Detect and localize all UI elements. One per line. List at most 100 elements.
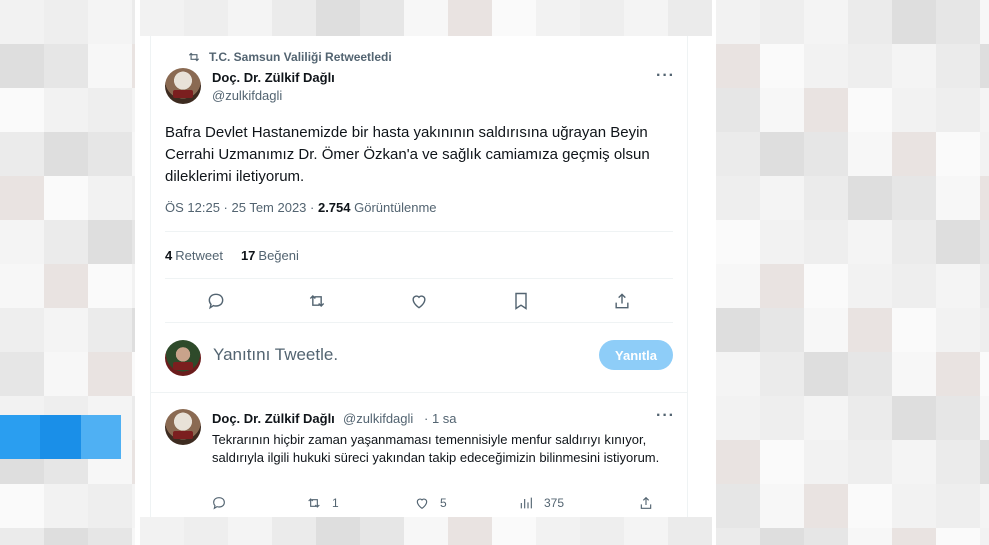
bookmark-icon[interactable] [511, 291, 531, 311]
blur-tile [848, 352, 892, 396]
blur-tile [892, 132, 936, 176]
reply-author-handle[interactable]: @zulkifdagli [343, 411, 413, 426]
blur-tile [624, 517, 668, 545]
blur-tile [0, 220, 44, 264]
retweet-banner: T.C. Samsun Valiliği Retweetledi [187, 50, 392, 64]
reply-like-count: 5 [440, 496, 447, 510]
blur-tile [760, 176, 804, 220]
blur-tile [404, 0, 448, 36]
blur-tile [760, 220, 804, 264]
tweet-actions [165, 290, 673, 312]
blur-tile [804, 440, 848, 484]
blur-tile [760, 484, 804, 528]
blur-tile [624, 0, 668, 36]
reply-input[interactable]: Yanıtını Tweetle. [213, 345, 338, 365]
blur-tile [272, 0, 316, 36]
blur-tile [44, 0, 88, 44]
blur-tile [980, 176, 989, 220]
blur-tile [448, 0, 492, 36]
blur-tile [936, 484, 980, 528]
blur-tile [316, 0, 360, 36]
current-user-avatar[interactable] [165, 340, 201, 376]
blur-tile [936, 132, 980, 176]
blur-tile [936, 352, 980, 396]
tweet-stats: 4 Retweet 17 Beğeni [165, 248, 299, 263]
blur-tile [0, 264, 44, 308]
blur-tile [0, 176, 44, 220]
blur-tile [44, 220, 88, 264]
blur-tile [536, 517, 580, 545]
blur-tile [88, 528, 132, 545]
tweet-time[interactable]: ÖS 12:25 · 25 Tem 2023 · [165, 200, 318, 215]
blur-tile [0, 528, 44, 545]
blur-tile [88, 264, 132, 308]
blur-tile [360, 0, 404, 36]
blur-tile [936, 44, 980, 88]
more-icon[interactable]: ··· [656, 407, 675, 425]
reply-views-count: 375 [544, 496, 565, 510]
reply-tweet[interactable]: Doç. Dr. Zülkif Dağlı @zulkifdagli · 1 s… [151, 392, 687, 518]
blur-tile [492, 517, 536, 545]
blur-tile [140, 0, 184, 36]
blur-tile [88, 88, 132, 132]
retweet-action[interactable]: 1 [306, 495, 414, 511]
like-stat[interactable]: 17 Beğeni [241, 248, 299, 263]
blur-tile [760, 396, 804, 440]
tweet-detail-card: T.C. Samsun Valiliği Retweetledi Doç. Dr… [150, 36, 688, 517]
reply-actions: 1 5 375 [211, 495, 667, 511]
blur-tile [760, 440, 804, 484]
reply-retweet-count: 1 [332, 496, 339, 510]
blur-tile [804, 308, 848, 352]
blur-tile [88, 308, 132, 352]
blur-tile [88, 220, 132, 264]
blur-tile [760, 264, 804, 308]
blur-tile [848, 264, 892, 308]
blur-tile [760, 88, 804, 132]
blur-tile [44, 132, 88, 176]
views-action[interactable]: 375 [518, 495, 638, 511]
retweet-icon[interactable] [307, 291, 327, 311]
blur-tile [716, 352, 760, 396]
blur-tile [892, 264, 936, 308]
author-avatar[interactable] [165, 68, 201, 104]
like-icon[interactable] [409, 291, 429, 311]
reply-author-avatar[interactable] [165, 409, 201, 445]
blur-tile [980, 132, 989, 176]
blur-tile [892, 308, 936, 352]
blur-tile [44, 88, 88, 132]
author-handle[interactable]: @zulkifdagli [212, 88, 282, 103]
like-action[interactable]: 5 [414, 495, 518, 511]
blur-tile [716, 396, 760, 440]
blur-tile [892, 176, 936, 220]
reply-action[interactable] [211, 495, 306, 511]
blur-tile [936, 264, 980, 308]
reply-icon[interactable] [206, 291, 226, 311]
reply-button[interactable]: Yanıtla [599, 340, 673, 370]
blur-tile [272, 517, 316, 545]
blur-tile [132, 352, 135, 396]
share-icon[interactable] [612, 291, 632, 311]
views-label: Görüntülenme [350, 200, 437, 215]
author-name[interactable]: Doç. Dr. Zülkif Dağlı [212, 70, 335, 85]
blurred-blue-block [0, 415, 121, 459]
blur-tile [0, 352, 44, 396]
blur-tile [88, 352, 132, 396]
retweet-stat[interactable]: 4 Retweet [165, 248, 223, 263]
blur-tile [580, 517, 624, 545]
blur-tile [892, 44, 936, 88]
reply-time[interactable]: · 1 sa [424, 411, 457, 426]
more-icon[interactable]: ··· [656, 67, 675, 85]
blur-tile [892, 0, 936, 44]
blur-tile [936, 176, 980, 220]
blur-tile [804, 88, 848, 132]
blurred-bottom-strip [140, 517, 715, 545]
blur-tile [140, 517, 184, 545]
blur-tile [980, 308, 989, 352]
share-action[interactable] [638, 495, 654, 511]
blur-tile [404, 517, 448, 545]
blur-tile [44, 484, 88, 528]
blur-tile [892, 396, 936, 440]
reply-author-name[interactable]: Doç. Dr. Zülkif Dağlı [212, 411, 335, 426]
blur-tile [132, 308, 135, 352]
blur-tile [716, 264, 760, 308]
